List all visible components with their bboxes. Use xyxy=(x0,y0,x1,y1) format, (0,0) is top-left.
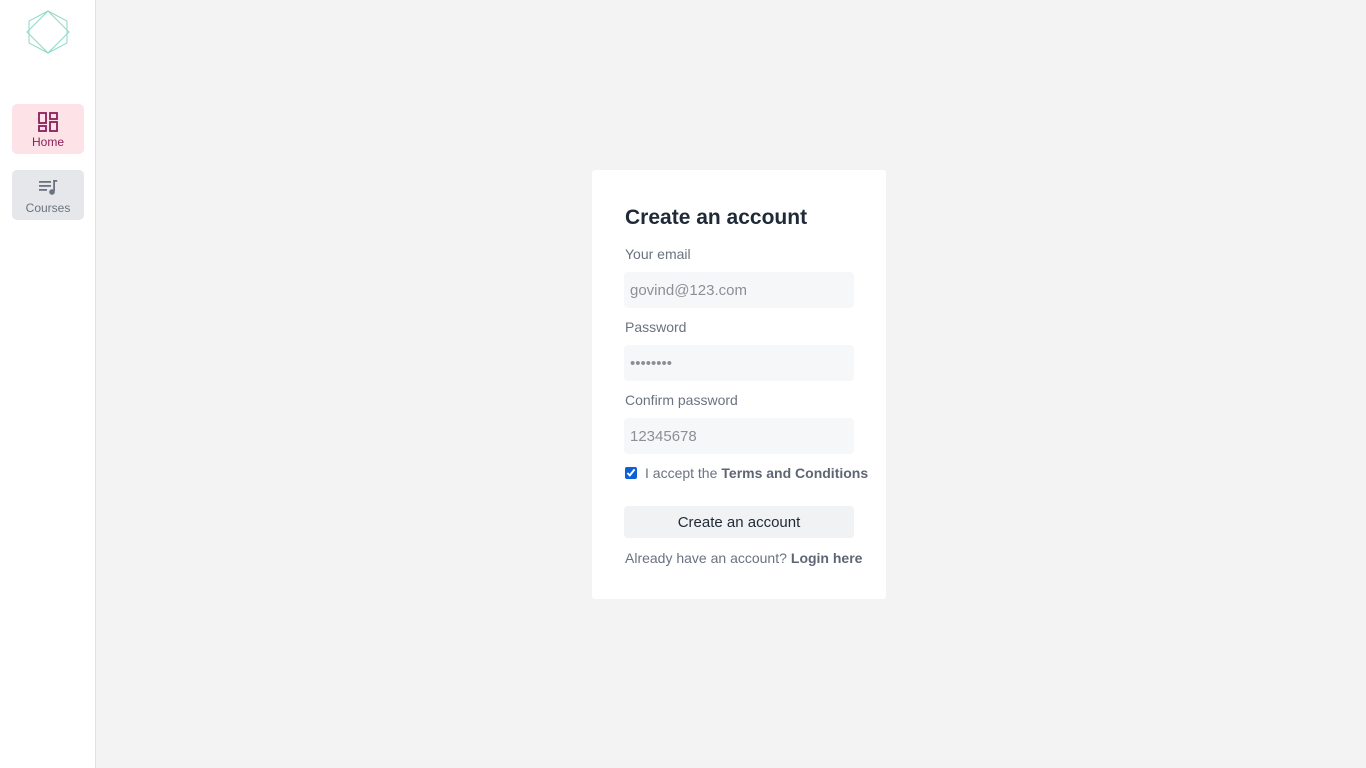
login-prompt: Already have an account? Login here xyxy=(625,549,862,567)
sidebar-item-label: Home xyxy=(31,135,64,149)
email-field[interactable] xyxy=(624,272,854,308)
playlist-music-icon xyxy=(39,180,58,195)
login-prefix: Already have an account? xyxy=(625,550,787,566)
terms-link[interactable]: Terms and Conditions xyxy=(721,465,868,481)
terms-prefix: I accept the xyxy=(645,465,718,481)
hexagon-logo-icon xyxy=(26,10,70,54)
sidebar-item-courses[interactable]: Courses xyxy=(12,170,84,220)
terms-checkbox[interactable] xyxy=(625,467,637,479)
create-account-button[interactable]: Create an account xyxy=(624,506,854,538)
email-label: Your email xyxy=(625,246,691,262)
sidebar-item-home[interactable]: Home xyxy=(12,104,84,154)
page-title: Create an account xyxy=(625,206,808,229)
password-label: Password xyxy=(625,319,687,335)
terms-row: I accept the Terms and Conditions xyxy=(624,464,868,482)
app-root: Home Courses Create an account Your emai… xyxy=(0,0,1366,768)
confirm-password-label: Confirm password xyxy=(625,392,738,408)
sidebar: Home Courses xyxy=(0,0,96,768)
password-field[interactable] xyxy=(624,345,854,381)
dashboard-icon xyxy=(38,112,58,132)
confirm-password-field[interactable] xyxy=(624,418,854,454)
signup-card: Create an account Your email Password Co… xyxy=(592,170,886,599)
sidebar-item-label: Courses xyxy=(25,201,71,215)
login-link[interactable]: Login here xyxy=(791,549,863,567)
